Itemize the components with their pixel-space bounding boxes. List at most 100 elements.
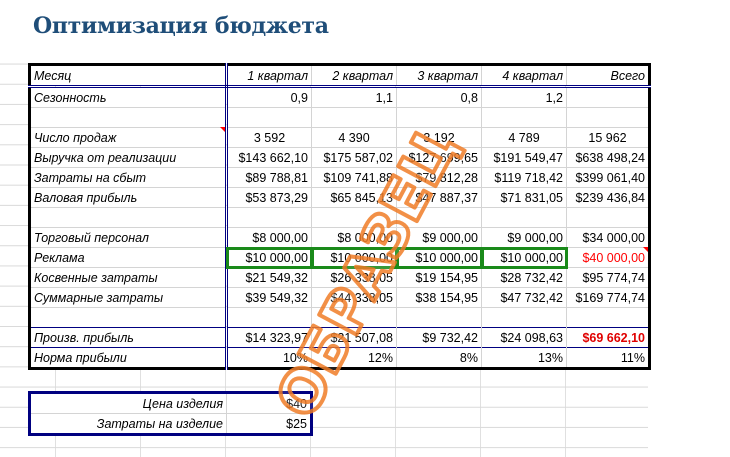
quarter-cell[interactable]: $143 662,10	[226, 147, 312, 168]
total-cell[interactable]: $399 061,40	[566, 167, 650, 188]
input-cell[interactable]: $40	[226, 392, 312, 414]
total-cell[interactable]: $169 774,74	[566, 287, 650, 308]
quarter-cell[interactable]	[396, 207, 482, 228]
quarter-cell[interactable]: $10 000,00	[310, 246, 398, 269]
quarter-cell[interactable]: $44 338,05	[311, 287, 397, 308]
comment-indicator[interactable]	[220, 127, 225, 132]
quarter-cell[interactable]: $53 873,29	[226, 187, 312, 208]
comment-indicator[interactable]	[643, 247, 648, 252]
blank-row	[29, 307, 650, 328]
row-overhead: Косвенные затраты $21 549,32 $26 338,05 $19…	[29, 267, 650, 288]
quarter-cell[interactable]: $47 887,37	[396, 187, 482, 208]
quarter-cell[interactable]: $9 000,00	[481, 227, 567, 248]
row-label: Выручка от реализации	[29, 147, 228, 168]
quarter-cell[interactable]: $9 732,42	[396, 327, 482, 348]
total-cell[interactable]: $34 000,00	[566, 227, 650, 248]
row-label: Валовая прибыль	[29, 187, 228, 208]
quarter-cell[interactable]: $14 323,97	[226, 327, 312, 348]
quarter-cell[interactable]	[226, 107, 312, 128]
quarter-cell[interactable]: $10 000,00	[395, 246, 483, 269]
quarter-cell[interactable]: $9 000,00	[396, 227, 482, 248]
row-profit: Произв. прибыль $14 323,97 $21 507,08 $9 73…	[29, 327, 650, 348]
row-header: Месяц 1 квартал 2 квартал 3 квартал 4 кварта…	[29, 64, 650, 88]
total-cell[interactable]: $239 436,84	[566, 187, 650, 208]
total-cell[interactable]: Всего	[566, 64, 650, 88]
quarter-cell[interactable]: 3 192	[396, 127, 482, 148]
quarter-cell[interactable]: 4 789	[481, 127, 567, 148]
quarter-cell[interactable]: $28 732,42	[481, 267, 567, 288]
quarter-cell[interactable]	[311, 307, 397, 328]
quarter-cell[interactable]	[481, 107, 567, 128]
total-cell[interactable]: $638 498,24	[566, 147, 650, 168]
total-cell[interactable]: $40 000,00	[566, 247, 650, 268]
row-staff: Торговый персонал $8 000,00 $8 000,00 $9 00…	[29, 227, 650, 248]
quarter-cell[interactable]: 3 592	[226, 127, 312, 148]
quarter-cell[interactable]: 3 квартал	[396, 64, 482, 88]
quarter-cell[interactable]	[226, 207, 312, 228]
quarter-cell[interactable]: $10 000,00	[225, 246, 313, 269]
quarter-cell[interactable]: 1,1	[311, 86, 397, 108]
quarter-cell[interactable]: 13%	[481, 347, 567, 369]
input-row: Затраты на изделие $25	[29, 413, 312, 435]
quarter-cell[interactable]: $89 788,81	[226, 167, 312, 188]
row-ads: Реклама $10 000,00 $10 000,00 $10 000,00 $10…	[29, 246, 650, 269]
quarter-cell[interactable]: $8 000,00	[226, 227, 312, 248]
total-cell[interactable]: $95 774,74	[566, 267, 650, 288]
quarter-cell[interactable]: $191 549,47	[481, 147, 567, 168]
input-cell[interactable]: $25	[226, 413, 312, 435]
quarter-cell[interactable]: 4 390	[311, 127, 397, 148]
quarter-cell[interactable]	[481, 207, 567, 228]
total-cell[interactable]: 11%	[566, 347, 650, 369]
quarter-cell[interactable]: $109 741,88	[311, 167, 397, 188]
quarter-cell[interactable]: 2 квартал	[311, 64, 397, 88]
quarter-cell[interactable]: 0,8	[396, 86, 482, 108]
quarter-cell[interactable]: $21 549,32	[226, 267, 312, 288]
quarter-cell[interactable]	[396, 107, 482, 128]
quarter-cell[interactable]: $10 000,00	[480, 246, 568, 269]
quarter-cell[interactable]	[481, 307, 567, 328]
row-total-cost: Суммарные затраты $39 549,32 $44 338,05 $38…	[29, 287, 650, 308]
row-gross: Валовая прибыль $53 873,29 $65 845,13 $47 8…	[29, 187, 650, 208]
quarter-cell[interactable]: $119 718,42	[481, 167, 567, 188]
quarter-cell[interactable]: $65 845,13	[311, 187, 397, 208]
page-title: Оптимизация бюджета	[33, 13, 329, 39]
row-sales: Число продаж 3 592 4 390 3 192 4 789 15 962	[29, 127, 650, 148]
quarter-cell[interactable]: 1 квартал	[226, 64, 312, 88]
quarter-cell[interactable]: 0,9	[226, 86, 312, 108]
product-inputs-table: Цена изделия $40 Затраты на изделие $25	[28, 391, 313, 436]
quarter-cell[interactable]: $24 098,63	[481, 327, 567, 348]
total-cell[interactable]: $69 662,10	[566, 327, 650, 348]
budget-table: Месяц 1 квартал 2 квартал 3 квартал 4 кварта…	[28, 63, 651, 370]
row-margin: Норма прибыли 10% 12% 8% 13% 11%	[29, 347, 650, 369]
row-label: Реклама	[29, 247, 228, 268]
quarter-cell[interactable]: $47 732,42	[481, 287, 567, 308]
total-cell[interactable]	[566, 207, 650, 228]
quarter-cell[interactable]	[396, 307, 482, 328]
total-cell[interactable]	[566, 107, 650, 128]
quarter-cell[interactable]: 10%	[226, 347, 312, 369]
quarter-cell[interactable]: 12%	[311, 347, 397, 369]
quarter-cell[interactable]	[226, 307, 312, 328]
quarter-cell[interactable]: $79 812,28	[396, 167, 482, 188]
quarter-cell[interactable]: $39 549,32	[226, 287, 312, 308]
input-row: Цена изделия $40	[29, 392, 312, 414]
quarter-cell[interactable]: $8 000,00	[311, 227, 397, 248]
quarter-cell[interactable]: $175 587,02	[311, 147, 397, 168]
row-cost: Затраты на сбыт $89 788,81 $109 741,88 $79 …	[29, 167, 650, 188]
total-cell[interactable]	[566, 307, 650, 328]
quarter-cell[interactable]	[311, 107, 397, 128]
total-cell[interactable]: 15 962	[566, 127, 650, 148]
quarter-cell[interactable]: 1,2	[481, 86, 567, 108]
quarter-cell[interactable]: $127 699,65	[396, 147, 482, 168]
quarter-cell[interactable]: $38 154,95	[396, 287, 482, 308]
quarter-cell[interactable]: $71 831,05	[481, 187, 567, 208]
quarter-cell[interactable]: $26 338,05	[311, 267, 397, 288]
quarter-cell[interactable]: $21 507,08	[311, 327, 397, 348]
quarter-cell[interactable]: 4 квартал	[481, 64, 567, 88]
row-label: Число продаж	[29, 127, 228, 148]
quarter-cell[interactable]: 8%	[396, 347, 482, 369]
row-label	[29, 207, 228, 228]
quarter-cell[interactable]: $19 154,95	[396, 267, 482, 288]
quarter-cell[interactable]	[311, 207, 397, 228]
total-cell[interactable]	[566, 86, 650, 108]
